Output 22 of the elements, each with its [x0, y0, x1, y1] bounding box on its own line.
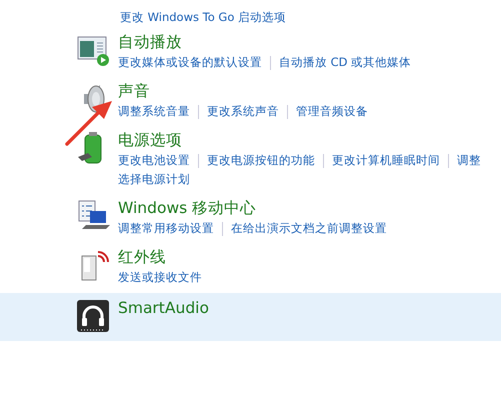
link[interactable]: 选择电源计划 [118, 170, 190, 189]
link[interactable]: 自动播放 CD 或其他媒体 [279, 53, 412, 72]
category-title[interactable]: Windows 移动中心 [118, 197, 387, 219]
headphones-icon [76, 299, 110, 333]
link[interactable]: 管理音频设备 [296, 102, 368, 121]
category-title[interactable]: 电源选项 [118, 129, 481, 151]
link[interactable]: 在给出演示文档之前调整设置 [231, 219, 387, 238]
category-title[interactable]: SmartAudio [118, 297, 209, 319]
link[interactable]: 更改电池设置 [118, 151, 190, 170]
link[interactable]: 更改电源按钮的功能 [207, 151, 315, 170]
link[interactable]: 更改 Windows To Go 启动选项 [120, 8, 286, 27]
link[interactable]: 发送或接收文件 [118, 268, 202, 287]
category-title[interactable]: 声音 [118, 80, 368, 102]
link[interactable]: 更改计算机睡眠时间 [332, 151, 440, 170]
link[interactable]: 更改媒体或设备的默认设置 [118, 53, 262, 72]
category-title[interactable]: 红外线 [118, 246, 202, 268]
link[interactable]: 调整常用移动设置 [118, 219, 214, 238]
annotation-arrow [64, 98, 114, 148]
link[interactable]: 调整系统音量 [118, 102, 190, 121]
link[interactable]: 调整 [457, 151, 481, 170]
category-title[interactable]: 自动播放 [118, 31, 412, 53]
link[interactable]: 更改系统声音 [207, 102, 279, 121]
